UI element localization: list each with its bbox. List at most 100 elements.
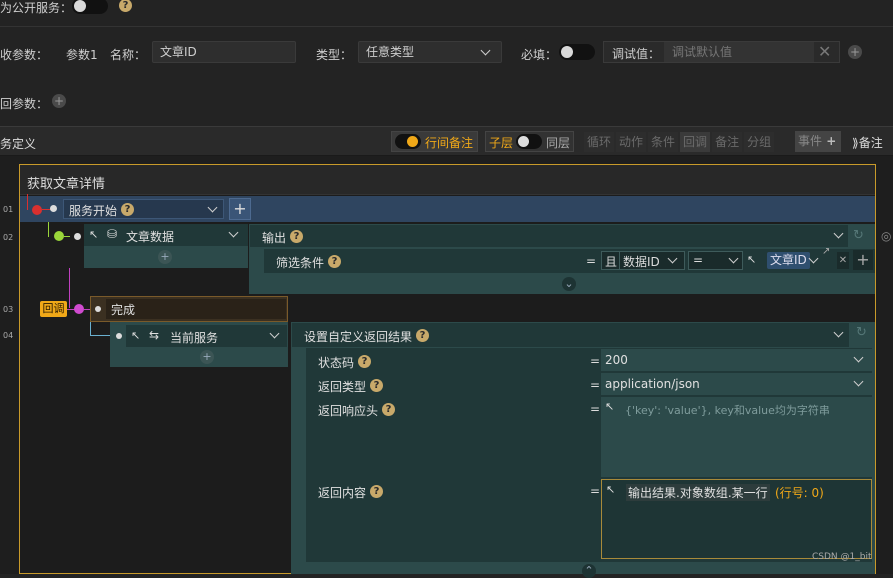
cursor-icon: ↖ — [89, 228, 99, 241]
row-note-label: 行间备注 — [425, 136, 474, 150]
connector-line — [90, 335, 110, 336]
chevron-down-icon[interactable] — [833, 228, 844, 239]
connector-line — [64, 236, 70, 237]
param-type-select[interactable]: 任意类型 — [358, 41, 502, 63]
clear-icon[interactable]: ✕ — [818, 42, 831, 62]
operator-select[interactable]: = — [688, 251, 743, 270]
connector-line — [69, 268, 70, 308]
help-icon[interactable]: ? — [370, 485, 383, 498]
same-layer-label: 同层 — [546, 136, 571, 150]
chevron-down-icon — [728, 253, 739, 264]
chevron-down-icon[interactable] — [269, 328, 280, 339]
row-number: 02 — [3, 233, 14, 242]
refresh-icon[interactable]: ↻ — [856, 325, 867, 340]
headers-placeholder: {'key': 'value'}, key和value均为字符串 — [625, 404, 830, 417]
add-child-icon[interactable]: + — [200, 350, 214, 364]
output-header[interactable]: 输出 ? — [250, 225, 848, 247]
public-service-toggle[interactable] — [72, 0, 108, 14]
and-label: 且 — [605, 255, 618, 269]
add-step-button[interactable]: + — [229, 198, 251, 220]
required-toggle[interactable] — [559, 44, 595, 60]
chevron-down-icon[interactable] — [228, 227, 239, 238]
param-name-value: 文章ID — [160, 45, 197, 59]
cursor-icon: ↖ — [131, 329, 141, 342]
service-title: 获取文章详情 — [27, 177, 106, 192]
param1-label: 参数1 — [66, 48, 98, 62]
help-icon[interactable]: ? — [370, 379, 383, 392]
field-value: 数据ID — [623, 255, 660, 269]
collapse-chevron-icon[interactable]: ⌃ — [582, 564, 596, 578]
done-node[interactable]: 完成 — [90, 296, 288, 322]
chevron-down-icon[interactable] — [207, 202, 218, 213]
condition-button[interactable]: 条件 — [648, 132, 679, 152]
note-right-button[interactable]: ⟫备注 — [852, 134, 883, 151]
content-token: 输出结果.对象数组.某一行 — [626, 484, 770, 501]
headers-input[interactable]: ↖ {'key': 'value'}, key和value均为字符串 — [601, 397, 872, 477]
connector-line — [27, 194, 28, 210]
connector-line — [90, 322, 91, 336]
add-param-icon[interactable]: + — [848, 45, 862, 59]
connector-line — [48, 222, 49, 237]
event-button[interactable]: 事件 + — [795, 131, 841, 152]
add-condition-icon[interactable]: + — [853, 250, 873, 270]
value-token[interactable]: 文章ID — [767, 252, 810, 269]
note-button[interactable]: 备注 — [712, 132, 743, 152]
content-input[interactable]: ↖ 输出结果.对象数组.某一行 (行号: 0) — [601, 479, 872, 559]
plus-icon: + — [233, 199, 247, 218]
start-node[interactable]: 服务开始 ? — [63, 199, 224, 219]
eq-sign: = — [590, 378, 601, 392]
add-return-param-icon[interactable]: + — [52, 94, 66, 108]
current-service-node: ↖ ⇆ 当前服务 + — [110, 322, 288, 367]
double-chevron-icon: ⟫ — [852, 136, 859, 150]
param-name-input[interactable]: 文章ID — [152, 41, 296, 63]
debug-value-input[interactable]: 调试默认值 — [664, 42, 814, 62]
help-icon[interactable]: ? — [119, 0, 132, 12]
row-note-toggle-button[interactable]: 行间备注 — [391, 131, 478, 152]
help-icon[interactable]: ? — [382, 403, 395, 416]
callback-button[interactable]: 回调 — [680, 132, 711, 152]
chevron-down-icon — [853, 376, 864, 387]
layer-toggle-button[interactable]: 子层 同层 — [485, 131, 574, 152]
toggle-knob — [518, 136, 529, 147]
collapse-chevron-icon[interactable]: ⌄ — [562, 277, 576, 291]
expand-icon[interactable]: ↗ — [822, 246, 830, 257]
toggle-knob — [407, 136, 418, 147]
cursor-icon[interactable]: ↖ — [747, 253, 756, 266]
plus-icon: + — [822, 134, 837, 148]
remove-condition-icon[interactable]: ✕ — [837, 252, 849, 269]
action-button[interactable]: 动作 — [616, 132, 647, 152]
required-label: 必填： — [521, 48, 558, 62]
loop-button[interactable]: 循环 — [584, 132, 615, 152]
cursor-icon: ↖ — [605, 400, 615, 413]
debug-value-box: 调试值： 调试默认值 ✕ — [603, 41, 840, 63]
help-icon[interactable]: ? — [416, 329, 429, 342]
cursor-icon: ↖ — [606, 483, 616, 496]
public-service-label: 为公开服务： — [0, 1, 73, 15]
help-icon[interactable]: ? — [358, 355, 371, 368]
current-service-header[interactable]: ↖ ⇆ 当前服务 — [126, 325, 287, 347]
return-type-select[interactable]: application/json — [601, 373, 872, 395]
refresh-icon[interactable]: ↻ — [853, 228, 864, 243]
return-result-header[interactable]: 设置自定义返回结果 ? — [292, 323, 849, 347]
help-icon[interactable]: ? — [328, 255, 341, 268]
help-icon[interactable]: ? — [290, 230, 303, 243]
field-select[interactable]: 且 数据ID — [601, 251, 685, 270]
return-type-label: 返回类型 — [318, 380, 367, 394]
article-data-header[interactable]: ↖ ⛁ 文章数据 — [84, 224, 248, 246]
help-icon[interactable]: ? — [121, 203, 134, 216]
article-data-label: 文章数据 — [126, 230, 175, 244]
return-result-panel: 设置自定义返回结果 ? ↻ 状态码 ? = 200 返回类型 ? = appli… — [291, 322, 875, 578]
name-label: 名称： — [110, 48, 147, 62]
content-row-label: (行号: 0) — [775, 486, 824, 500]
chevron-down-icon[interactable] — [833, 327, 844, 338]
group-button[interactable]: 分组 — [744, 132, 775, 152]
type-label: 类型： — [316, 48, 353, 62]
node-dot — [50, 205, 57, 212]
swap-icon: ⇆ — [149, 328, 160, 342]
database-icon: ⛁ — [107, 227, 118, 241]
chevron-down-icon[interactable] — [808, 253, 819, 264]
add-child-icon[interactable]: + — [158, 250, 172, 264]
target-icon[interactable]: ◎ — [881, 229, 891, 243]
status-code-select[interactable]: 200 — [601, 349, 872, 371]
row-number: 01 — [3, 205, 14, 214]
